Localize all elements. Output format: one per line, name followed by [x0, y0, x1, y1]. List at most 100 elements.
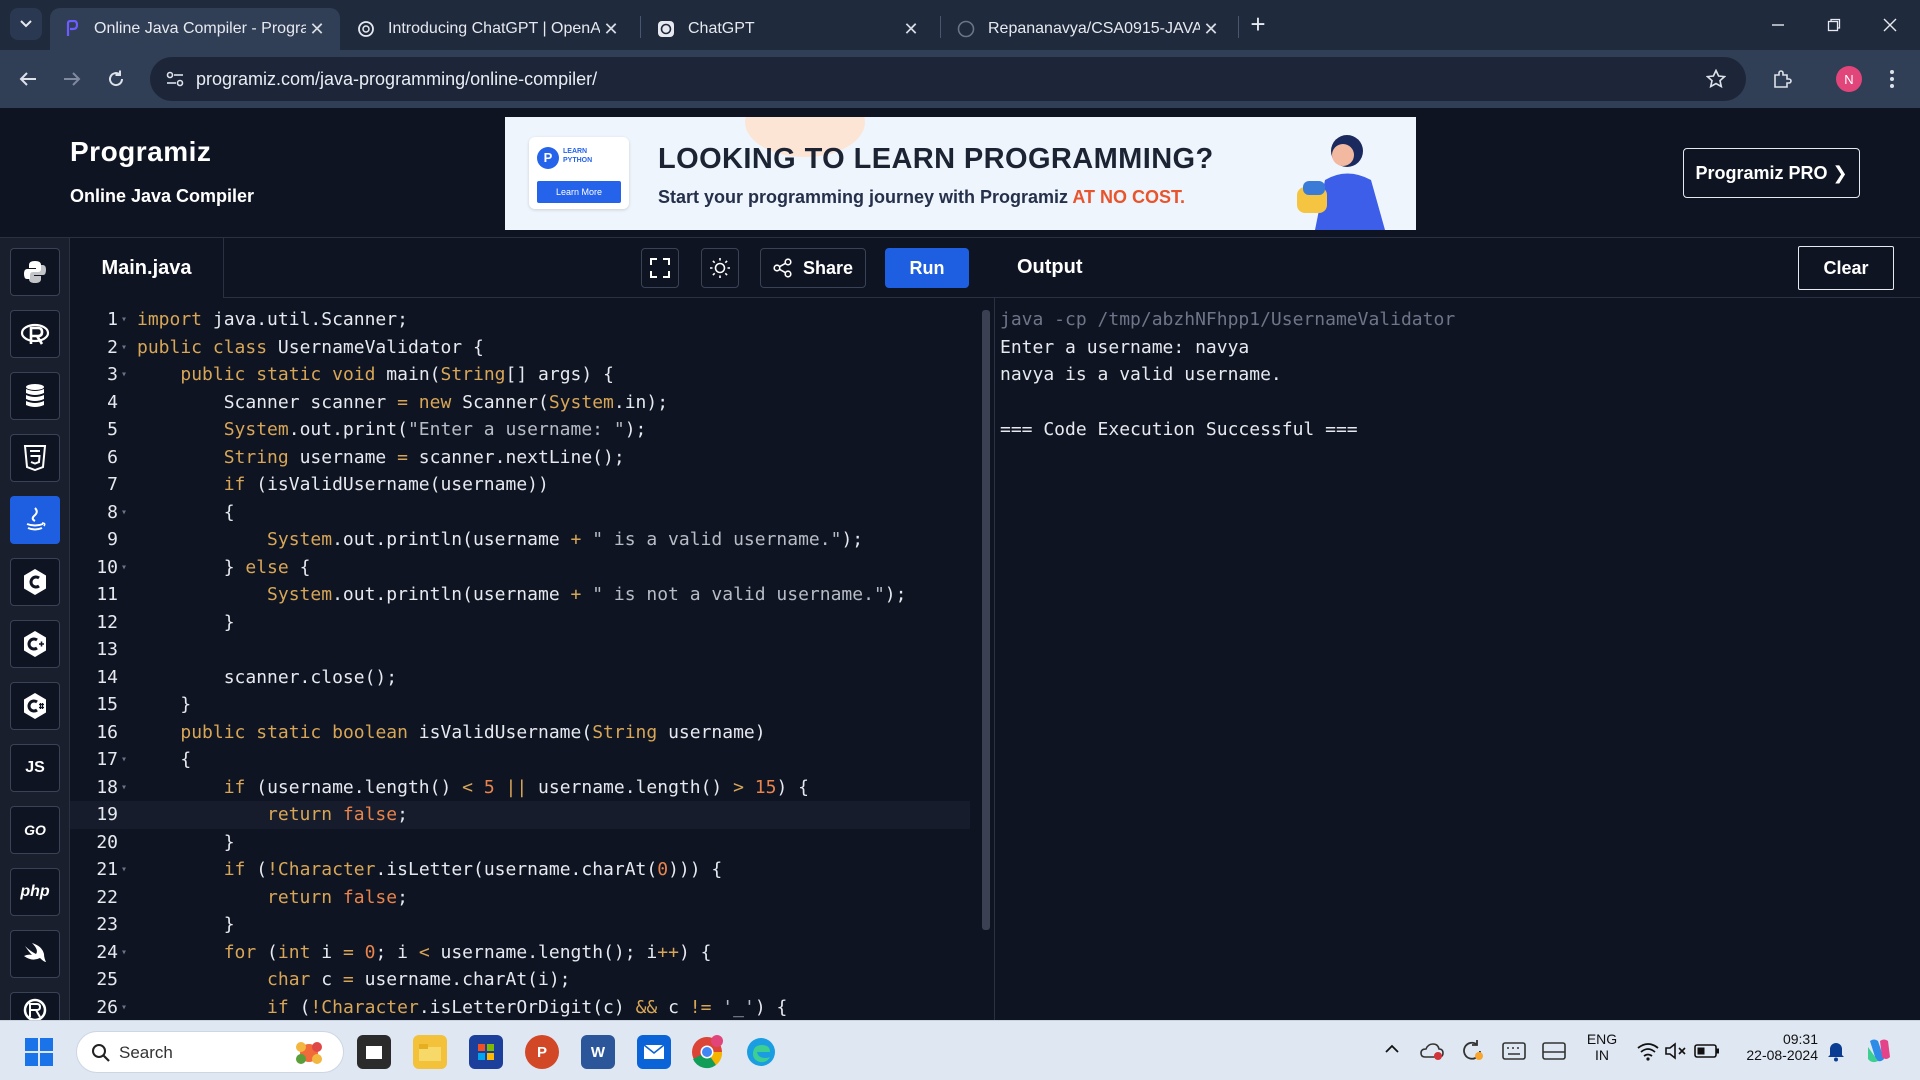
close-window-button[interactable]: [1872, 10, 1908, 40]
new-tab-button[interactable]: +: [1243, 10, 1273, 40]
powerpoint-app[interactable]: P: [525, 1035, 559, 1069]
onedrive-icon[interactable]: [1420, 1041, 1444, 1061]
file-explorer-app[interactable]: [413, 1035, 447, 1069]
sql-language-button[interactable]: [10, 372, 60, 420]
tab-programiz[interactable]: Online Java Compiler - Programiz ✕: [50, 8, 340, 50]
fold-toggle-icon[interactable]: ▾: [121, 306, 127, 334]
close-tab-icon[interactable]: ✕: [900, 19, 922, 40]
task-view-app[interactable]: [357, 1035, 391, 1069]
code-text[interactable]: public static void main(String[] args) {: [137, 361, 614, 389]
tab-chatgpt[interactable]: ChatGPT ✕: [644, 8, 934, 50]
fold-toggle-icon[interactable]: ▾: [121, 856, 127, 884]
site-info-icon[interactable]: [166, 71, 184, 87]
share-button[interactable]: Share: [760, 248, 866, 288]
code-line[interactable]: 22 return false;: [70, 884, 970, 912]
code-line[interactable]: 14 scanner.close();: [70, 664, 970, 692]
code-text[interactable]: public static boolean isValidUsername(St…: [137, 719, 765, 747]
code-editor[interactable]: 1 ▾ import java.util.Scanner; 2 ▾ public clas…: [70, 298, 995, 1020]
rust-language-button[interactable]: [10, 992, 60, 1021]
code-line[interactable]: 10 ▾ } else {: [70, 554, 970, 582]
code-line[interactable]: 3 ▾ public static void main(String[] args…: [70, 361, 970, 389]
code-line[interactable]: 20 }: [70, 829, 970, 857]
code-text[interactable]: return false;: [137, 884, 408, 912]
windows-start-icon[interactable]: [24, 1037, 54, 1067]
fullscreen-button[interactable]: [641, 248, 679, 288]
bookmark-star-icon[interactable]: [1706, 69, 1726, 89]
code-text[interactable]: public class UsernameValidator {: [137, 334, 484, 362]
edge-app[interactable]: [744, 1035, 778, 1069]
code-line[interactable]: 16 public static boolean isValidUsername…: [70, 719, 970, 747]
python-language-button[interactable]: [10, 248, 60, 296]
editor-scrollbar[interactable]: [982, 310, 990, 930]
wifi-icon[interactable]: [1636, 1041, 1660, 1061]
clock[interactable]: 09:31 22-08-2024: [1732, 1031, 1818, 1063]
minimize-button[interactable]: [1760, 10, 1796, 40]
javascript-language-button[interactable]: JS: [10, 744, 60, 792]
code-text[interactable]: } else {: [137, 554, 311, 582]
go-language-button[interactable]: GO: [10, 806, 60, 854]
fold-toggle-icon[interactable]: ▾: [121, 361, 127, 389]
tab-search-button[interactable]: [10, 8, 42, 40]
mail-app[interactable]: [637, 1035, 671, 1069]
input-language[interactable]: ENG IN: [1582, 1031, 1622, 1063]
code-text[interactable]: System.out.println(username + " is not a…: [137, 581, 906, 609]
swift-language-button[interactable]: [10, 930, 60, 978]
code-line[interactable]: 7 if (isValidUsername(username)): [70, 471, 970, 499]
learn-more-button[interactable]: Learn More: [537, 181, 621, 203]
code-line[interactable]: 11 System.out.println(username + " is no…: [70, 581, 970, 609]
fold-toggle-icon[interactable]: ▾: [121, 774, 127, 802]
fold-toggle-icon[interactable]: ▾: [121, 334, 127, 362]
code-text[interactable]: Scanner scanner = new Scanner(System.in)…: [137, 389, 668, 417]
code-text[interactable]: import java.util.Scanner;: [137, 306, 408, 334]
php-language-button[interactable]: php: [10, 868, 60, 916]
code-text[interactable]: System.out.print("Enter a username: ");: [137, 416, 647, 444]
csharp-language-button[interactable]: [10, 682, 60, 730]
code-text[interactable]: }: [137, 691, 191, 719]
code-text[interactable]: {: [137, 746, 191, 774]
code-line[interactable]: 25 char c = username.charAt(i);: [70, 966, 970, 994]
notification-bell-icon[interactable]: [1826, 1040, 1846, 1062]
run-button[interactable]: Run: [885, 248, 969, 288]
reload-button[interactable]: [100, 63, 132, 95]
forward-button[interactable]: [56, 63, 88, 95]
code-text[interactable]: if (!Character.isLetter(username.charAt(…: [137, 856, 723, 884]
code-line[interactable]: 12 }: [70, 609, 970, 637]
tab-github[interactable]: Repananavya/CSA0915-JAVA-Programs ✕: [944, 8, 1234, 50]
fold-toggle-icon[interactable]: ▾: [121, 994, 127, 1021]
code-line[interactable]: 9 System.out.println(username + " is a v…: [70, 526, 970, 554]
cpp-language-button[interactable]: [10, 620, 60, 668]
back-button[interactable]: [12, 63, 44, 95]
code-line[interactable]: 23 }: [70, 911, 970, 939]
code-line[interactable]: 18 ▾ if (username.length() < 5 || usernam…: [70, 774, 970, 802]
address-bar[interactable]: programiz.com/java-programming/online-co…: [150, 57, 1746, 101]
html-language-button[interactable]: [10, 434, 60, 482]
code-line[interactable]: 17 ▾ {: [70, 746, 970, 774]
url-text[interactable]: programiz.com/java-programming/online-co…: [196, 69, 597, 90]
extensions-button[interactable]: [1766, 63, 1798, 95]
fold-toggle-icon[interactable]: ▾: [121, 939, 127, 967]
volume-muted-icon[interactable]: [1664, 1041, 1688, 1061]
close-tab-icon[interactable]: ✕: [306, 19, 328, 40]
programiz-pro-button[interactable]: Programiz PRO ❯: [1683, 148, 1860, 198]
code-text[interactable]: char c = username.charAt(i);: [137, 966, 570, 994]
code-line[interactable]: 26 ▾ if (!Character.isLetterOrDigit(c) &&…: [70, 994, 970, 1021]
display-icon[interactable]: [1542, 1042, 1566, 1060]
keyboard-icon[interactable]: [1502, 1042, 1526, 1060]
code-line[interactable]: 8 ▾ {: [70, 499, 970, 527]
code-text[interactable]: System.out.println(username + " is a val…: [137, 526, 863, 554]
code-text[interactable]: return false;: [137, 801, 408, 829]
code-line[interactable]: 24 ▾ for (int i = 0; i < username.length(…: [70, 939, 970, 967]
clear-button[interactable]: Clear: [1798, 246, 1894, 290]
programiz-logo[interactable]: Programiz: [70, 136, 211, 168]
chevron-up-icon[interactable]: [1384, 1043, 1400, 1055]
code-text[interactable]: {: [137, 499, 235, 527]
code-text[interactable]: }: [137, 911, 235, 939]
code-line[interactable]: 15 }: [70, 691, 970, 719]
code-line[interactable]: 4 Scanner scanner = new Scanner(System.i…: [70, 389, 970, 417]
code-text[interactable]: }: [137, 829, 235, 857]
c-language-button[interactable]: [10, 558, 60, 606]
ad-banner[interactable]: P LEARN PYTHON Learn More LOOKING TO LEA…: [505, 117, 1416, 230]
copilot-icon[interactable]: [1864, 1037, 1894, 1065]
restore-button[interactable]: [1816, 10, 1852, 40]
code-text[interactable]: scanner.close();: [137, 664, 397, 692]
